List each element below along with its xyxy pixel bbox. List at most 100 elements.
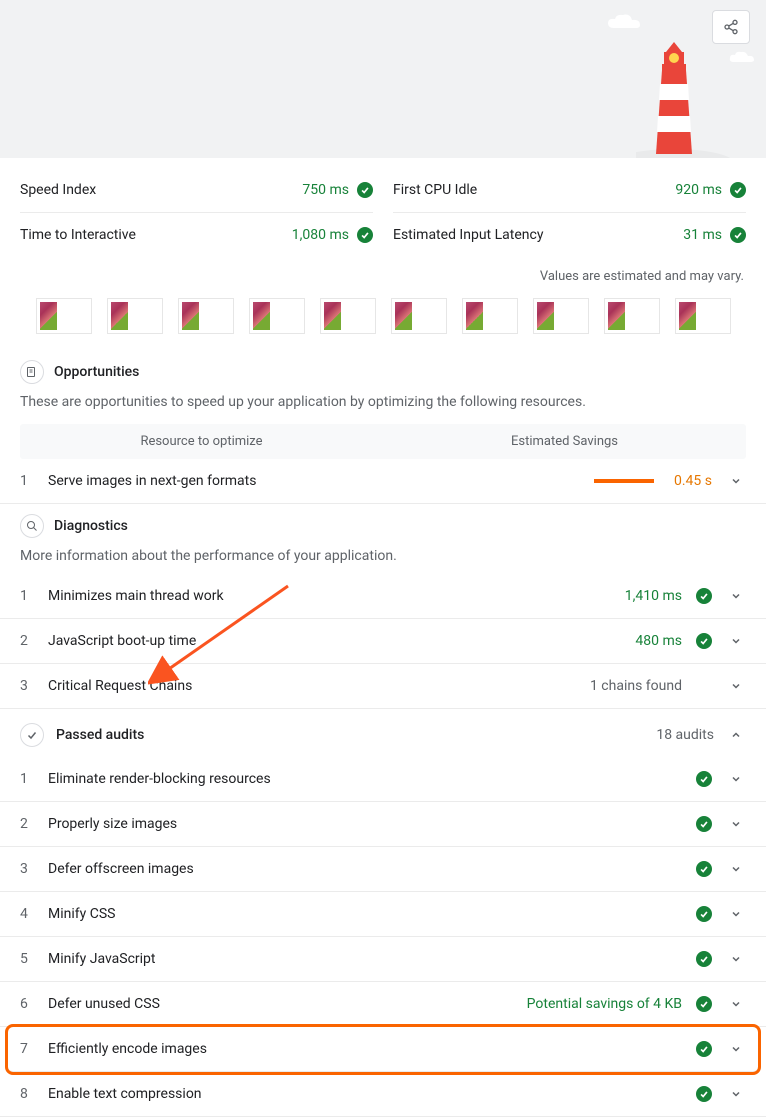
metric-first-cpu-idle: First CPU Idle 920 ms xyxy=(393,168,746,213)
chevron-down-icon[interactable] xyxy=(726,904,746,924)
audit-num: 2 xyxy=(20,816,34,832)
chevron-down-icon[interactable] xyxy=(726,631,746,651)
filmstrip-frame xyxy=(178,298,234,334)
chevron-down-icon[interactable] xyxy=(726,859,746,879)
chevron-down-icon[interactable] xyxy=(726,676,746,696)
passed-count: 18 audits xyxy=(656,727,714,743)
pass-icon xyxy=(696,951,712,967)
audit-extra: Potential savings of 4 KB xyxy=(527,996,682,1012)
metric-value: 1,080 ms xyxy=(292,227,349,243)
magnify-icon xyxy=(20,514,44,538)
opportunities-header: Opportunities xyxy=(0,350,766,390)
passed-audit-row[interactable]: 2Properly size images xyxy=(0,802,766,847)
audit-num: 4 xyxy=(20,906,34,922)
metric-speed-index: Speed Index 750 ms xyxy=(20,168,373,213)
audit-num: 7 xyxy=(20,1041,34,1057)
chevron-down-icon[interactable] xyxy=(726,586,746,606)
chevron-down-icon[interactable] xyxy=(726,949,746,969)
metric-label: Speed Index xyxy=(20,182,96,198)
report-header xyxy=(0,0,766,158)
diagnostic-row[interactable]: 3 Critical Request Chains 1 chains found xyxy=(0,664,766,709)
audit-value: 1,410 ms xyxy=(625,588,682,604)
passed-audit-row[interactable]: 1 Eliminate render-blocking resources xyxy=(0,757,766,802)
filmstrip-frame xyxy=(462,298,518,334)
pass-icon xyxy=(357,227,373,243)
passed-audit-row[interactable]: 6Defer unused CSSPotential savings of 4 … xyxy=(0,982,766,1027)
audit-label: Defer offscreen images xyxy=(48,861,682,877)
filmstrip-frame xyxy=(675,298,731,334)
savings-bar xyxy=(594,479,654,483)
diagnostics-desc: More information about the performance o… xyxy=(0,544,766,574)
pass-icon xyxy=(730,227,746,243)
metric-label: First CPU Idle xyxy=(393,182,477,198)
pass-icon xyxy=(357,182,373,198)
filmstrip xyxy=(0,294,766,350)
audit-num: 1 xyxy=(20,588,34,604)
metric-label: Estimated Input Latency xyxy=(393,227,543,243)
filmstrip-frame xyxy=(36,298,92,334)
audit-label: JavaScript boot-up time xyxy=(48,633,621,649)
opportunities-desc: These are opportunities to speed up your… xyxy=(0,390,766,420)
metric-value: 31 ms xyxy=(683,227,722,243)
section-title: Opportunities xyxy=(54,364,139,380)
col-savings: Estimated Savings xyxy=(383,434,746,449)
pass-icon xyxy=(696,996,712,1012)
audit-num: 2 xyxy=(20,633,34,649)
filmstrip-frame xyxy=(249,298,305,334)
diagnostic-row[interactable]: 2 JavaScript boot-up time 480 ms xyxy=(0,619,766,664)
audit-label: Minimizes main thread work xyxy=(48,588,611,604)
audit-value: 1 chains found xyxy=(590,678,682,694)
check-icon xyxy=(20,723,44,747)
passed-audit-row[interactable]: 3 Defer offscreen images xyxy=(0,847,766,892)
section-title: Diagnostics xyxy=(54,518,128,534)
pass-icon xyxy=(696,633,712,649)
metric-eil: Estimated Input Latency 31 ms xyxy=(393,213,746,257)
opportunity-row[interactable]: 1 Serve images in next-gen formats 0.45 … xyxy=(0,459,766,504)
pass-icon xyxy=(696,816,712,832)
pass-icon xyxy=(696,906,712,922)
pass-icon xyxy=(696,588,712,604)
pass-icon xyxy=(696,1086,712,1102)
audit-num: 3 xyxy=(20,861,34,877)
audit-label: Eliminate render-blocking resources xyxy=(48,771,682,787)
chevron-up-icon[interactable] xyxy=(726,725,746,745)
chevron-down-icon[interactable] xyxy=(726,994,746,1014)
audit-num: 3 xyxy=(20,678,34,694)
audit-label: Serve images in next-gen formats xyxy=(48,473,580,489)
filmstrip-frame xyxy=(391,298,447,334)
chevron-down-icon[interactable] xyxy=(726,1039,746,1059)
audit-num: 5 xyxy=(20,951,34,967)
passed-audits-header[interactable]: Passed audits 18 audits xyxy=(0,709,766,757)
audit-label: Efficiently encode images xyxy=(48,1041,682,1057)
audit-value: 480 ms xyxy=(635,633,682,649)
section-title: Passed audits xyxy=(56,727,144,743)
filmstrip-frame xyxy=(604,298,660,334)
passed-audit-row[interactable]: 5 Minify JavaScript xyxy=(0,937,766,982)
pass-icon xyxy=(696,861,712,877)
metric-tti: Time to Interactive 1,080 ms xyxy=(20,213,373,257)
metric-value: 750 ms xyxy=(302,182,349,198)
diagnostics-header: Diagnostics xyxy=(0,504,766,544)
diagnostic-row[interactable]: 1 Minimizes main thread work 1,410 ms xyxy=(0,574,766,619)
audit-num: 6 xyxy=(20,996,34,1012)
audit-label: Minify JavaScript xyxy=(48,951,682,967)
audit-num: 1 xyxy=(20,771,34,787)
filmstrip-frame xyxy=(107,298,163,334)
passed-audit-row[interactable]: 8Enable text compression xyxy=(0,1072,766,1117)
metric-value: 920 ms xyxy=(675,182,722,198)
audit-label: Critical Request Chains xyxy=(48,678,576,694)
metric-label: Time to Interactive xyxy=(20,227,136,243)
chevron-down-icon[interactable] xyxy=(726,471,746,491)
passed-audit-row[interactable]: 4Minify CSS xyxy=(0,892,766,937)
lighthouse-icon xyxy=(636,28,736,158)
savings-value: 0.45 s xyxy=(674,473,712,489)
pass-icon xyxy=(730,182,746,198)
opportunities-columns: Resource to optimize Estimated Savings xyxy=(20,424,746,459)
chevron-down-icon[interactable] xyxy=(726,1084,746,1104)
chevron-down-icon[interactable] xyxy=(726,769,746,789)
audit-label: Enable text compression xyxy=(48,1086,682,1102)
passed-audit-row[interactable]: 7 Efficiently encode images xyxy=(8,1027,758,1072)
chevron-down-icon[interactable] xyxy=(726,814,746,834)
pass-icon xyxy=(696,771,712,787)
opportunity-icon xyxy=(20,360,44,384)
